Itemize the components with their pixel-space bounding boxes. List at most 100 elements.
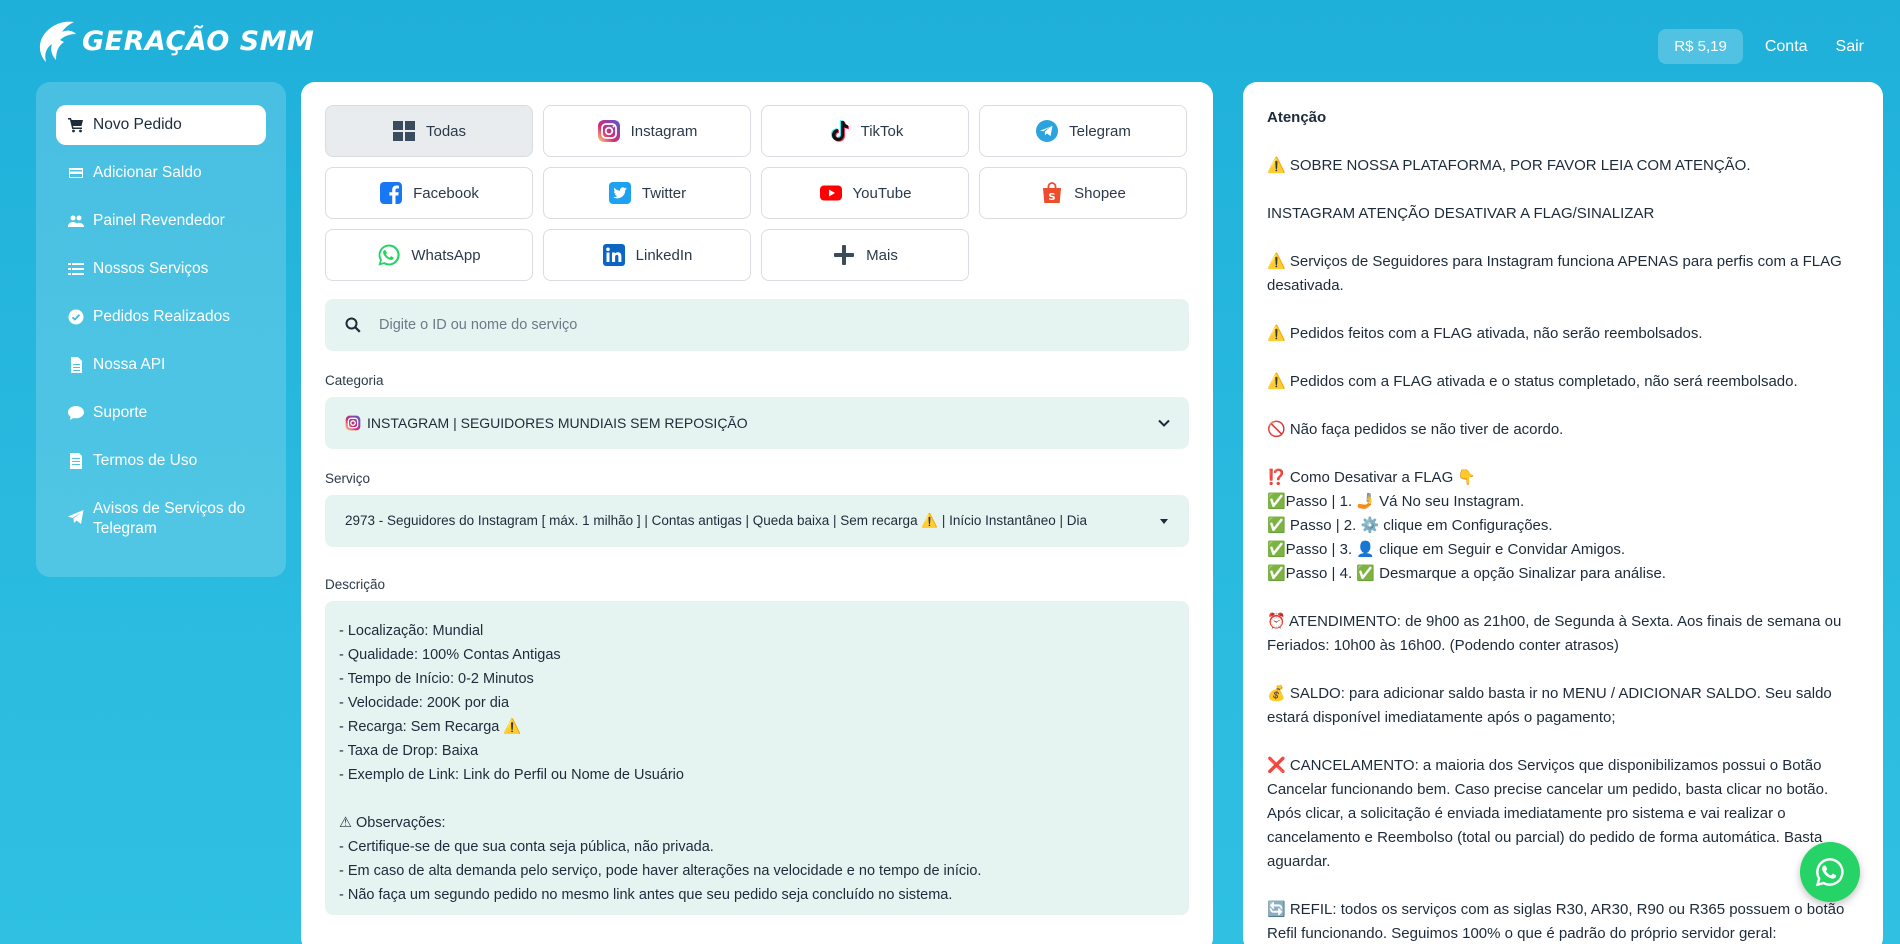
sidebar-item-label: Nossos Serviços bbox=[93, 260, 209, 277]
sidebar-item-termos-de-uso[interactable]: Termos de Uso bbox=[56, 441, 266, 481]
notice-paragraph: 🔄 REFIL: todos os serviços com as siglas… bbox=[1267, 901, 1845, 942]
sidebar-item-avisos-telegram[interactable]: Avisos de Serviços do Telegram bbox=[56, 489, 266, 545]
tab-twitter[interactable]: Twitter bbox=[543, 167, 751, 219]
logout-link[interactable]: Sair bbox=[1830, 38, 1870, 56]
tab-telegram[interactable]: Telegram bbox=[979, 105, 1187, 157]
sidebar-item-label: Novo Pedido bbox=[93, 116, 182, 133]
whatsapp-float-button[interactable] bbox=[1800, 842, 1860, 902]
sidebar-item-nossos-servicos[interactable]: Nossos Serviços bbox=[56, 249, 266, 289]
category-select[interactable]: INSTAGRAM | SEGUIDORES MUNDIAIS SEM REPO… bbox=[325, 397, 1189, 449]
sidebar-item-painel-revendedor[interactable]: Painel Revendedor bbox=[56, 201, 266, 241]
description-line: - Recarga: Sem Recarga ⚠️ bbox=[339, 719, 522, 735]
category-label: Categoria bbox=[325, 373, 384, 388]
whatsapp-icon bbox=[378, 244, 401, 266]
tab-tiktok[interactable]: TikTok bbox=[761, 105, 969, 157]
caret-down-icon bbox=[1160, 519, 1168, 524]
tab-label: Shopee bbox=[1074, 184, 1126, 202]
sidebar-item-suporte[interactable]: Suporte bbox=[56, 393, 266, 433]
plus-icon bbox=[834, 245, 855, 265]
notice-paragraph: 🚫 Não faça pedidos se não tiver de acord… bbox=[1267, 421, 1564, 438]
sidebar-item-label: Suporte bbox=[93, 404, 148, 421]
sidebar-item-novo-pedido[interactable]: Novo Pedido bbox=[56, 105, 266, 145]
notice-step: ✅Passo | 3. 👤 clique em Seguir e Convida… bbox=[1267, 541, 1626, 558]
description-line: - Qualidade: 100% Contas Antigas bbox=[339, 647, 561, 663]
description-line: - Exemplo de Link: Link do Perfil ou Nom… bbox=[339, 767, 684, 783]
sidebar-item-pedidos-realizados[interactable]: Pedidos Realizados bbox=[56, 297, 266, 337]
logo[interactable]: GERAÇÃO SMM bbox=[36, 18, 314, 64]
description-line: - Velocidade: 200K por dia bbox=[339, 695, 510, 711]
description-line: - Em caso de alta demanda pelo serviço, … bbox=[339, 863, 982, 879]
whatsapp-icon bbox=[1815, 858, 1844, 887]
notice-paragraph: ⚠️ Serviços de Seguidores para Instagram… bbox=[1267, 253, 1842, 294]
tab-mais[interactable]: Mais bbox=[761, 229, 969, 281]
notice-panel: Atenção ⚠️ SOBRE NOSSA PLATAFORMA, POR F… bbox=[1243, 82, 1883, 944]
account-link[interactable]: Conta bbox=[1759, 38, 1814, 56]
facebook-icon bbox=[380, 182, 403, 204]
tab-label: Instagram bbox=[630, 122, 698, 140]
telegram-icon bbox=[1036, 120, 1059, 142]
tab-label: Facebook bbox=[413, 184, 479, 202]
tab-label: LinkedIn bbox=[635, 246, 693, 264]
check-circle-icon bbox=[68, 309, 84, 325]
notice-title: Atenção bbox=[1267, 109, 1327, 126]
notice-paragraph: ⏰ ATENDIMENTO: de 9h00 as 21h00, de Segu… bbox=[1267, 613, 1842, 654]
list-icon bbox=[68, 263, 84, 275]
credit-card-icon bbox=[69, 168, 83, 178]
users-icon bbox=[68, 215, 84, 227]
tab-todas[interactable]: Todas bbox=[325, 105, 533, 157]
service-search bbox=[325, 299, 1189, 351]
document-icon bbox=[70, 453, 82, 469]
tab-instagram[interactable]: Instagram bbox=[543, 105, 751, 157]
tab-linkedin[interactable]: LinkedIn bbox=[543, 229, 751, 281]
grid-icon bbox=[392, 121, 415, 141]
description-box: - Localização: Mundial - Qualidade: 100%… bbox=[325, 601, 1189, 915]
notice-paragraph: INSTAGRAM ATENÇÃO DESATIVAR A FLAG/SINAL… bbox=[1267, 205, 1655, 222]
sidebar-item-label: Pedidos Realizados bbox=[93, 308, 231, 325]
notice-paragraph: ⚠️ SOBRE NOSSA PLATAFORMA, POR FAVOR LEI… bbox=[1267, 157, 1751, 174]
tab-label: Mais bbox=[866, 246, 898, 264]
sidebar-item-nossa-api[interactable]: Nossa API bbox=[56, 345, 266, 385]
description-line bbox=[339, 787, 1175, 811]
service-select[interactable]: 2973 - Seguidores do Instagram [ máx. 1 … bbox=[325, 495, 1189, 547]
tab-facebook[interactable]: Facebook bbox=[325, 167, 533, 219]
search-input[interactable] bbox=[379, 317, 1159, 333]
search-icon bbox=[345, 317, 361, 333]
tab-youtube[interactable]: YouTube bbox=[761, 167, 969, 219]
description-line: - Localização: Mundial bbox=[339, 623, 484, 639]
description-line: - Tempo de Início: 0-2 Minutos bbox=[339, 671, 534, 687]
sidebar-item-adicionar-saldo[interactable]: Adicionar Saldo bbox=[56, 153, 266, 193]
shopee-icon: S bbox=[1043, 182, 1062, 203]
new-order-panel: Todas Instagram TikTok Telegram Facebook… bbox=[301, 82, 1213, 944]
instagram-icon bbox=[345, 415, 361, 431]
notice-step: ✅ Passo | 2. ⚙️ clique em Configurações. bbox=[1267, 517, 1553, 534]
sidebar-item-label: Painel Revendedor bbox=[93, 212, 225, 229]
tiktok-icon bbox=[830, 120, 849, 142]
notice-paragraph: ⚠️ Pedidos com a FLAG ativada e o status… bbox=[1267, 373, 1798, 390]
tab-label: YouTube bbox=[852, 184, 912, 202]
notice-paragraph: ❌ CANCELAMENTO: a maioria dos Serviços q… bbox=[1267, 757, 1829, 870]
balance-badge[interactable]: R$ 5,19 bbox=[1658, 29, 1743, 64]
notice-paragraph: ⚠️ Pedidos feitos com a FLAG ativada, nã… bbox=[1267, 325, 1703, 342]
service-label: Serviço bbox=[325, 471, 371, 486]
tab-shopee[interactable]: S Shopee bbox=[979, 167, 1187, 219]
file-icon bbox=[71, 357, 82, 373]
tab-label: Telegram bbox=[1069, 122, 1131, 140]
svg-text:S: S bbox=[1049, 192, 1056, 203]
notice-step: ✅Passo | 4. ✅ Desmarque a opção Sinaliza… bbox=[1267, 565, 1666, 582]
description-label: Descrição bbox=[325, 577, 386, 592]
twitter-icon bbox=[608, 182, 631, 204]
tab-whatsapp[interactable]: WhatsApp bbox=[325, 229, 533, 281]
sidebar-item-label: Nossa API bbox=[93, 356, 166, 373]
notice-step: ⁉️ Como Desativar a FLAG 👇 bbox=[1267, 469, 1477, 486]
chat-icon bbox=[68, 406, 84, 420]
category-value: INSTAGRAM | SEGUIDORES MUNDIAIS SEM REPO… bbox=[367, 415, 748, 431]
tab-label: Todas bbox=[425, 122, 467, 140]
tab-label: WhatsApp bbox=[411, 246, 481, 264]
tab-label: TikTok bbox=[860, 122, 904, 140]
sidebar-item-label: Adicionar Saldo bbox=[93, 164, 202, 181]
sidebar: Novo Pedido Adicionar Saldo Painel Reven… bbox=[36, 82, 286, 577]
description-line: ⚠ Observações: bbox=[339, 815, 446, 831]
platform-tabs: Todas Instagram TikTok Telegram Facebook… bbox=[325, 105, 1189, 281]
instagram-icon bbox=[597, 120, 620, 142]
description-line: - Taxa de Drop: Baixa bbox=[339, 743, 479, 759]
